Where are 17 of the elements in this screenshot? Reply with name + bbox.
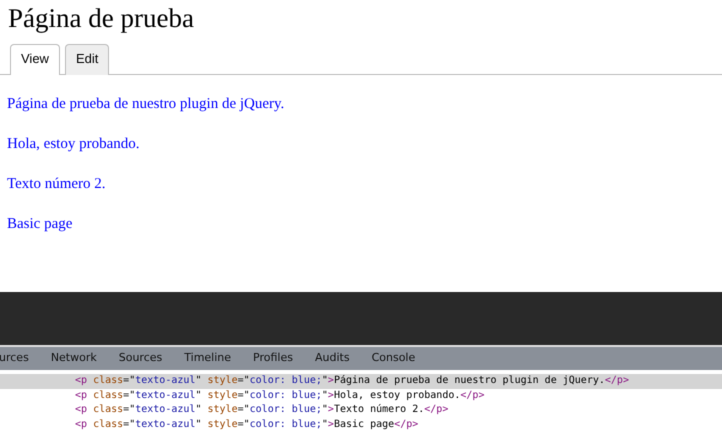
tab[interactable]: View (10, 44, 60, 74)
paragraph: Texto número 2. (7, 174, 107, 194)
devtools-tab[interactable]: Audits (304, 350, 361, 367)
tab[interactable]: Edit (64, 44, 110, 74)
devtools-tab[interactable]: Sources (108, 350, 174, 367)
devtools-tab[interactable]: Profiles (242, 350, 304, 367)
devtools-tab[interactable]: Timeline (173, 350, 242, 367)
devtools-tab[interactable]: Network (40, 350, 108, 367)
code-line[interactable]: <p class="texto-azul" style="color: blue;">Hola, estoy probando.</p> (0, 388, 722, 403)
paragraph: Hola, estoy probando. (7, 134, 140, 154)
code-line[interactable]: <p class="texto-azul" style="color: blue;">Texto número 2.</p> (0, 403, 722, 418)
paragraph: Página de prueba de nuestro plugin de jQuery. (7, 94, 286, 114)
paragraph: Basic page (7, 214, 74, 234)
page-title: Página de prueba (7, 2, 195, 34)
code-line[interactable]: <p class="texto-azul" style="color: blue;">Basic page</p> (0, 418, 722, 432)
devtools-tab[interactable]: urces (0, 350, 40, 367)
devtools-tab[interactable]: Console (360, 350, 426, 367)
